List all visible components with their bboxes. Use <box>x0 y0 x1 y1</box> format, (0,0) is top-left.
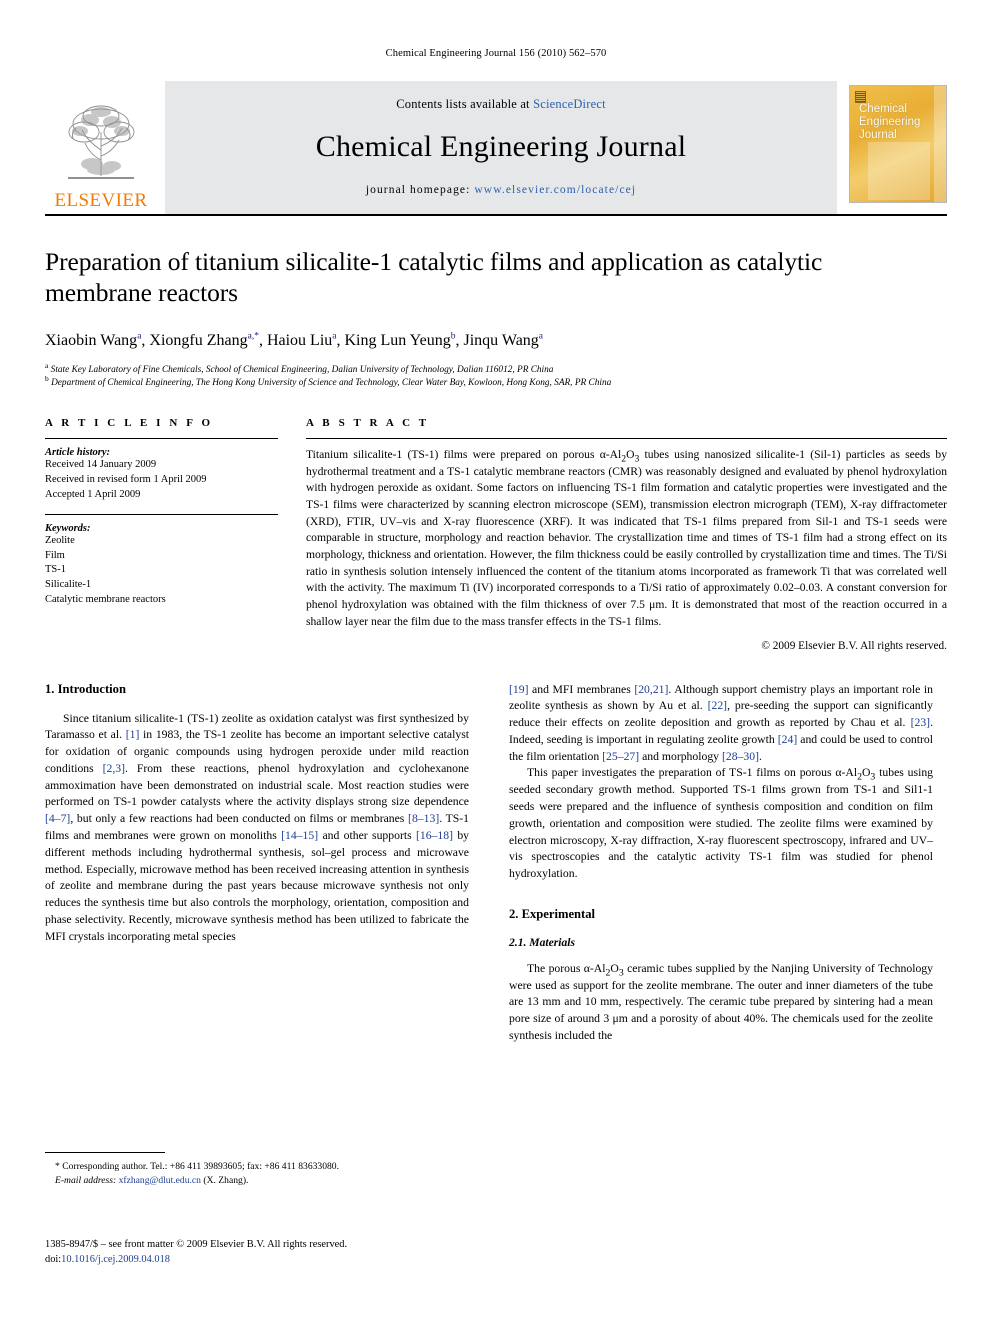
materials-paragraph-1: The porous α-Al2O3 ceramic tubes supplie… <box>509 961 933 1043</box>
contents-prefix: Contents lists available at <box>396 97 534 111</box>
elsevier-logo: ELSEVIER <box>45 81 157 214</box>
email-link[interactable]: xfzhang@dlut.edu.cn <box>119 1175 201 1186</box>
author-list: Xiaobin Wanga, Xiongfu Zhanga,*, Haiou L… <box>45 331 544 350</box>
divider-abstract <box>306 437 947 439</box>
history-item: Accepted 1 April 2009 <box>45 488 141 500</box>
homepage-prefix: journal homepage: <box>365 184 475 196</box>
journal-masthead: ELSEVIER Contents lists available at Sci… <box>45 81 947 216</box>
heading-introduction: 1. Introduction <box>45 681 126 696</box>
intro-paragraph-2: This paper investigates the preparation … <box>509 766 934 881</box>
body-column-right: [19] and MFI membranes [20,21]. Although… <box>509 682 933 1045</box>
article-history-label: Article history: <box>45 446 111 458</box>
email-suffix: (X. Zhang). <box>203 1174 249 1186</box>
running-head: Chemical Engineering Journal 156 (2010) … <box>385 48 607 59</box>
keywords-label: Keywords: <box>45 522 91 534</box>
paper-page: Chemical Engineering Journal 156 (2010) … <box>0 0 992 1323</box>
heading-materials: 2.1. Materials <box>509 935 576 949</box>
doi-line: doi:10.1016/j.cej.2009.04.018 <box>45 1252 505 1267</box>
affiliation-b-text: Department of Chemical Engineering, The … <box>51 378 612 389</box>
doi-link[interactable]: 10.1016/j.cej.2009.04.018 <box>61 1254 170 1265</box>
cover-publisher-mark-icon <box>855 91 866 103</box>
cover-title-text: Chemical Engineering Journal <box>859 103 921 141</box>
affiliation-b: b Department of Chemical Engineering, Th… <box>45 374 612 389</box>
masthead-band: Contents lists available at ScienceDirec… <box>165 81 837 214</box>
issn-line: 1385-8947/$ – see front matter © 2009 El… <box>45 1239 348 1250</box>
keywords-block: Keywords: Zeolite Film TS-1 Silicalite-1… <box>45 513 278 609</box>
body-columns: 1. Introduction Since titanium silicalit… <box>45 682 947 1045</box>
info-abstract-row: A R T I C L E I N F O Article history: R… <box>45 417 947 652</box>
keyword-item: Film <box>45 549 65 561</box>
footnote-divider <box>45 1152 165 1153</box>
affiliation-a-text: State Key Laboratory of Fine Chemicals, … <box>50 365 554 376</box>
article-info-column: A R T I C L E I N F O Article history: R… <box>45 417 278 652</box>
elsevier-tree-icon <box>68 105 135 179</box>
affiliation-a: a State Key Laboratory of Fine Chemicals… <box>45 360 554 376</box>
journal-title: Chemical Engineering Journal <box>315 130 687 163</box>
doi-label: doi: <box>45 1254 62 1266</box>
heading-experimental: 2. Experimental <box>509 906 596 921</box>
corresponding-author-note: * Corresponding author. Tel.: +86 411 39… <box>55 1161 339 1172</box>
journal-homepage-link[interactable]: www.elsevier.com/locate/cej <box>474 184 636 196</box>
history-item: Received in revised form 1 April 2009 <box>45 473 207 485</box>
email-label: E-mail address: <box>55 1174 117 1186</box>
body-column-left: 1. Introduction Since titanium silicalit… <box>45 682 469 1045</box>
abstract-text: Titanium silicalite-1 (TS-1) films were … <box>306 447 947 628</box>
email-note: E-mail address: xfzhang@dlut.edu.cn (X. … <box>45 1174 469 1188</box>
contents-available-line: Contents lists available at ScienceDirec… <box>396 97 606 112</box>
abstract-column: A B S T R A C T Titanium silicalite-1 (T… <box>306 417 947 652</box>
journal-cover-thumbnail[interactable]: Chemical Engineering Journal <box>849 85 947 203</box>
divider-top <box>45 437 278 439</box>
keyword-item: TS-1 <box>45 564 66 576</box>
journal-homepage-line: journal homepage: www.elsevier.com/locat… <box>366 184 636 196</box>
sciencedirect-link[interactable]: ScienceDirect <box>533 97 606 111</box>
divider-keywords <box>45 513 278 515</box>
keyword-item: Zeolite <box>45 534 75 546</box>
keyword-item: Silicalite-1 <box>45 579 92 591</box>
footer-issn-doi: 1385-8947/$ – see front matter © 2009 El… <box>45 1237 505 1267</box>
history-item: Received 14 January 2009 <box>45 458 157 470</box>
elsevier-wordmark: ELSEVIER <box>54 190 148 211</box>
cover-right-strip <box>934 86 946 202</box>
page-title: Preparation of titanium silicalite-1 cat… <box>45 247 823 308</box>
cover-inner-box <box>868 142 930 200</box>
intro-paragraph-1-continued: [19] and MFI membranes [20,21]. Although… <box>509 682 933 763</box>
title-block: Preparation of titanium silicalite-1 cat… <box>45 246 947 391</box>
abstract-heading: A B S T R A C T <box>306 416 430 429</box>
article-history-list: Received 14 January 2009 Received in rev… <box>45 458 278 503</box>
keywords-list: Zeolite Film TS-1 Silicalite-1 Catalytic… <box>45 534 278 609</box>
keyword-item: Catalytic membrane reactors <box>45 594 166 606</box>
intro-paragraph-1: Since titanium silicalite-1 (TS-1) zeoli… <box>45 711 470 943</box>
article-info-heading: A R T I C L E I N F O <box>45 416 214 429</box>
footnote-area: * Corresponding author. Tel.: +86 411 39… <box>45 1152 469 1188</box>
abstract-copyright: © 2009 Elsevier B.V. All rights reserved… <box>761 639 947 652</box>
